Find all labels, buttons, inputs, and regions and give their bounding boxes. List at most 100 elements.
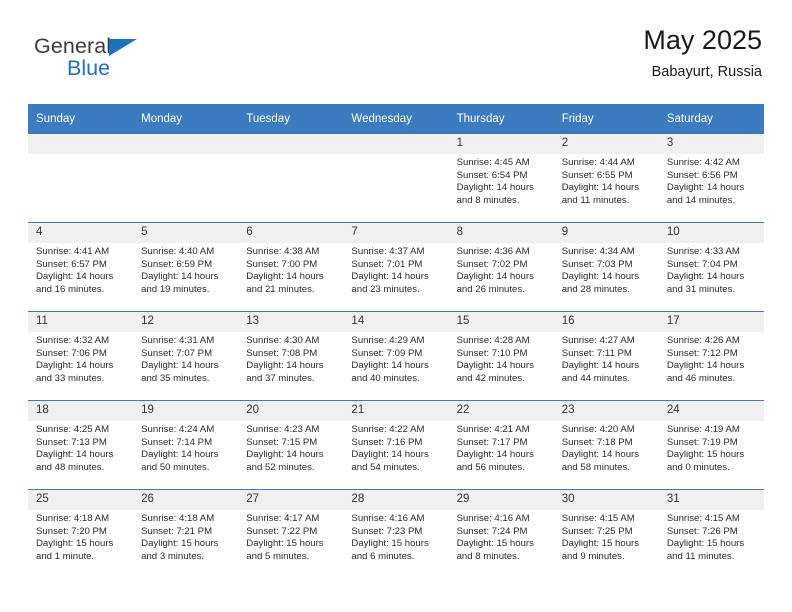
day-details: Sunrise: 4:22 AM Sunset: 7:16 PM Daylight:… [343, 421, 448, 474]
day-detail-line: Sunset: 7:08 PM [246, 347, 318, 359]
day-number: 7 [343, 223, 449, 243]
day-detail-line: Sunrise: 4:22 AM [351, 424, 425, 435]
day-details: Sunrise: 4:25 AM Sunset: 7:13 PM Daylight:… [28, 421, 133, 474]
day-detail-line: Daylight: 14 hours [666, 360, 745, 372]
day-detail-line: Sunrise: 4:38 AM [246, 246, 320, 257]
day-detail-line: Sunrise: 4:45 AM [456, 157, 530, 168]
day-cell[interactable]: 11 Sunrise: 4:32 AM Sunset: 7:06 PM Dayligh… [28, 311, 134, 401]
day-detail-line: Sunset: 7:14 PM [141, 436, 213, 448]
calendar-header-row: Sunday Monday Tuesday Wednesday Thursday Frid… [28, 104, 764, 134]
day-cell[interactable]: 25 Sunrise: 4:18 AM Sunset: 7:20 PM Dayligh… [28, 489, 134, 578]
day-cell[interactable]: 9 Sunrise: 4:34 AM Sunset: 7:03 PM Daylight… [553, 222, 659, 312]
day-detail-line: Sunset: 7:12 PM [666, 347, 738, 359]
day-cell[interactable]: 26 Sunrise: 4:18 AM Sunset: 7:21 PM Dayligh… [133, 489, 239, 578]
day-cell[interactable]: 16 Sunrise: 4:27 AM Sunset: 7:11 PM Dayligh… [553, 311, 659, 401]
day-detail-line: Sunrise: 4:20 AM [561, 424, 635, 435]
day-detail-line: and 14 minutes. [666, 194, 736, 206]
day-detail-line: Daylight: 14 hours [666, 271, 745, 283]
day-cell[interactable]: 7 Sunrise: 4:37 AM Sunset: 7:01 PM Daylight… [343, 222, 449, 312]
day-cell[interactable]: 3 Sunrise: 4:42 AM Sunset: 6:56 PM Daylight… [658, 134, 764, 223]
day-cell[interactable]: 2 Sunrise: 4:44 AM Sunset: 6:55 PM Daylight… [553, 134, 659, 223]
day-cell[interactable]: 5 Sunrise: 4:40 AM Sunset: 6:59 PM Daylight… [133, 222, 239, 312]
weekday-header-saturday: Saturday [658, 104, 764, 134]
day-cell[interactable]: 10 Sunrise: 4:33 AM Sunset: 7:04 PM Dayligh… [658, 222, 764, 312]
day-cell[interactable]: 17 Sunrise: 4:26 AM Sunset: 7:12 PM Dayligh… [658, 311, 764, 401]
day-detail-line: Sunrise: 4:28 AM [456, 335, 530, 346]
day-details: Sunrise: 4:23 AM Sunset: 7:15 PM Daylight:… [238, 421, 343, 474]
page-subtitle: Babayurt, Russia [651, 64, 762, 81]
day-cell[interactable]: 28 Sunrise: 4:16 AM Sunset: 7:23 PM Dayligh… [343, 489, 449, 578]
day-cell[interactable]: 20 Sunrise: 4:23 AM Sunset: 7:15 PM Dayligh… [238, 400, 344, 490]
day-number: 28 [343, 490, 449, 510]
day-detail-line: Sunrise: 4:27 AM [561, 335, 635, 346]
day-cell[interactable]: 1 Sunrise: 4:45 AM Sunset: 6:54 PM Daylight… [448, 134, 554, 223]
day-cell[interactable]: 15 Sunrise: 4:28 AM Sunset: 7:10 PM Dayligh… [448, 311, 554, 401]
calendar-table: Sunday Monday Tuesday Wednesday Thursday Frid… [28, 104, 764, 578]
day-detail-line: and 50 minutes. [141, 461, 210, 473]
day-detail-line: Sunset: 7:04 PM [666, 258, 738, 270]
day-cell[interactable]: 6 Sunrise: 4:38 AM Sunset: 7:00 PM Daylight… [238, 222, 344, 312]
day-detail-line: Daylight: 15 hours [246, 538, 324, 550]
day-cell[interactable]: 24 Sunrise: 4:19 AM Sunset: 7:19 PM Dayligh… [658, 400, 764, 490]
day-detail-line: and 11 minutes. [561, 194, 630, 206]
weekday-header-monday: Monday [133, 104, 239, 134]
day-detail-line: Sunrise: 4:23 AM [246, 424, 320, 435]
day-details: Sunrise: 4:36 AM Sunset: 7:02 PM Daylight:… [449, 243, 554, 296]
day-detail-line: Daylight: 14 hours [561, 449, 640, 461]
day-cell[interactable]: 30 Sunrise: 4:15 AM Sunset: 7:25 PM Dayligh… [553, 489, 659, 578]
day-number: 25 [28, 490, 134, 510]
day-detail-line: Daylight: 15 hours [36, 538, 114, 550]
day-cell[interactable]: 22 Sunrise: 4:21 AM Sunset: 7:17 PM Dayligh… [448, 400, 554, 490]
day-detail-line: Sunrise: 4:24 AM [141, 424, 215, 435]
day-detail-line: and 44 minutes. [561, 372, 630, 384]
day-detail-line: and 54 minutes. [351, 461, 420, 473]
day-cell[interactable]: 12 Sunrise: 4:31 AM Sunset: 7:07 PM Dayligh… [133, 311, 239, 401]
day-details [28, 154, 133, 157]
day-detail-line: and 1 minute. [36, 550, 95, 562]
day-detail-line: Daylight: 14 hours [36, 271, 114, 283]
day-details: Sunrise: 4:15 AM Sunset: 7:26 PM Daylight:… [659, 510, 764, 563]
day-detail-line: Daylight: 14 hours [351, 449, 429, 461]
day-detail-line: and 31 minutes. [666, 283, 736, 295]
day-detail-line: and 37 minutes. [246, 372, 315, 384]
day-details [238, 154, 343, 157]
day-cell[interactable]: 21 Sunrise: 4:22 AM Sunset: 7:16 PM Dayligh… [343, 400, 449, 490]
day-detail-line: Sunrise: 4:41 AM [36, 246, 110, 257]
day-cell[interactable]: 29 Sunrise: 4:16 AM Sunset: 7:24 PM Dayligh… [448, 489, 554, 578]
day-detail-line: Sunset: 7:23 PM [351, 525, 423, 537]
day-detail-line: and 28 minutes. [561, 283, 630, 295]
weekday-header-thursday: Thursday [448, 104, 554, 134]
day-details: Sunrise: 4:21 AM Sunset: 7:17 PM Daylight:… [449, 421, 554, 474]
day-cell[interactable]: 18 Sunrise: 4:25 AM Sunset: 7:13 PM Dayligh… [28, 400, 134, 490]
day-detail-line: Sunset: 7:22 PM [246, 525, 318, 537]
day-number: 30 [553, 490, 659, 510]
day-cell[interactable]: 31 Sunrise: 4:15 AM Sunset: 7:26 PM Dayligh… [658, 489, 764, 578]
day-detail-line: Sunset: 7:10 PM [456, 347, 528, 359]
day-cell[interactable]: 23 Sunrise: 4:20 AM Sunset: 7:18 PM Dayligh… [553, 400, 659, 490]
day-cell[interactable]: 14 Sunrise: 4:29 AM Sunset: 7:09 PM Dayligh… [343, 311, 449, 401]
day-detail-line: Daylight: 15 hours [456, 538, 534, 550]
day-number: 19 [133, 401, 239, 421]
day-cell[interactable]: 8 Sunrise: 4:36 AM Sunset: 7:02 PM Daylight… [448, 222, 554, 312]
day-detail-line: Daylight: 14 hours [36, 449, 114, 461]
day-cell[interactable]: 19 Sunrise: 4:24 AM Sunset: 7:14 PM Dayligh… [133, 400, 239, 490]
generalblue-logo[interactable]: General Blue [34, 35, 174, 92]
day-detail-line: and 40 minutes. [351, 372, 420, 384]
day-detail-line: Sunset: 7:11 PM [561, 347, 632, 359]
day-detail-line: Sunset: 7:15 PM [246, 436, 318, 448]
day-detail-line: Sunset: 6:54 PM [456, 169, 528, 181]
day-detail-line: Sunrise: 4:17 AM [246, 513, 320, 524]
day-detail-line: and 19 minutes. [141, 283, 210, 295]
day-number: 20 [238, 401, 344, 421]
day-details: Sunrise: 4:29 AM Sunset: 7:09 PM Daylight:… [343, 332, 448, 385]
day-details [133, 154, 238, 157]
day-cell[interactable]: 13 Sunrise: 4:30 AM Sunset: 7:08 PM Dayligh… [238, 311, 344, 401]
day-detail-line: Sunrise: 4:37 AM [351, 246, 425, 257]
day-detail-line: Sunset: 7:13 PM [36, 436, 107, 448]
day-cell[interactable]: 4 Sunrise: 4:41 AM Sunset: 6:57 PM Daylight… [28, 222, 134, 312]
calendar-week-row: 18 Sunrise: 4:25 AM Sunset: 7:13 PM Dayligh… [28, 400, 764, 490]
day-detail-line: Daylight: 14 hours [246, 360, 324, 372]
day-detail-line: and 8 minutes. [456, 550, 520, 562]
day-detail-line: Daylight: 15 hours [351, 538, 429, 550]
day-cell[interactable]: 27 Sunrise: 4:17 AM Sunset: 7:22 PM Dayligh… [238, 489, 344, 578]
